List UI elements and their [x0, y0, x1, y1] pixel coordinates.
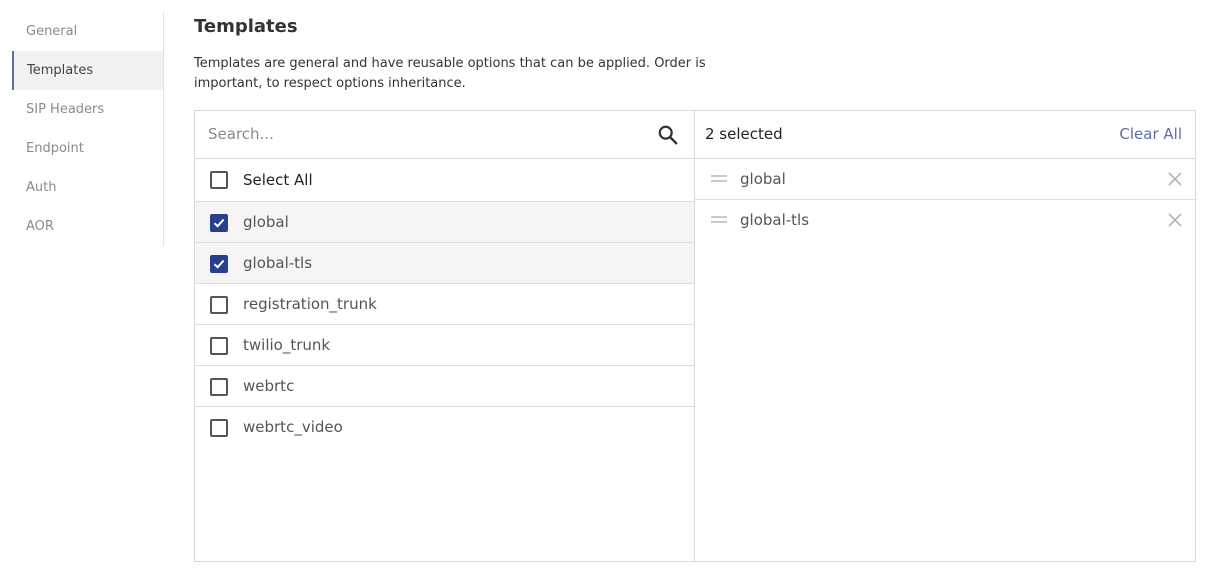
search-input[interactable] [195, 111, 645, 157]
option-checkbox[interactable] [210, 214, 228, 232]
sidebar-item-templates[interactable]: Templates [12, 51, 163, 90]
sidebar-item-auth[interactable]: Auth [12, 168, 163, 207]
drag-handle-icon[interactable] [711, 175, 729, 183]
option-label: global-tls [243, 254, 313, 272]
close-icon[interactable] [1167, 212, 1183, 228]
drag-handle-icon[interactable] [711, 216, 729, 224]
option-checkbox[interactable] [210, 255, 228, 273]
close-icon[interactable] [1167, 171, 1183, 187]
selected-column: 2 selected Clear All global global-tls [695, 111, 1195, 561]
option-label: webrtc_video [243, 418, 343, 436]
search-bar [195, 111, 694, 159]
selected-item-global-tls: global-tls [695, 200, 1195, 241]
select-all-checkbox[interactable] [210, 171, 228, 189]
selected-item-label: global [740, 170, 786, 188]
options-column: Select All global global-tls registratio… [195, 111, 695, 561]
option-checkbox[interactable] [210, 419, 228, 437]
option-label: registration_trunk [243, 295, 377, 313]
option-row-webrtc[interactable]: webrtc [195, 366, 694, 407]
option-row-twilio-trunk[interactable]: twilio_trunk [195, 325, 694, 366]
selected-count: 2 selected [705, 125, 783, 143]
sidebar-item-aor[interactable]: AOR [12, 207, 163, 246]
option-label: twilio_trunk [243, 336, 331, 354]
select-all-option[interactable]: Select All [195, 159, 694, 202]
page-title: Templates [194, 16, 298, 37]
option-row-global-tls[interactable]: global-tls [195, 243, 694, 284]
option-row-webrtc-video[interactable]: webrtc_video [195, 407, 694, 448]
option-checkbox[interactable] [210, 337, 228, 355]
sidebar-nav: General Templates SIP Headers Endpoint A… [12, 12, 164, 246]
sidebar-item-sip-headers[interactable]: SIP Headers [12, 90, 163, 129]
sidebar-item-general[interactable]: General [12, 12, 163, 51]
option-label: global [243, 213, 289, 231]
selected-item-global: global [695, 159, 1195, 200]
template-picker: Select All global global-tls registratio… [194, 110, 1196, 562]
option-row-registration-trunk[interactable]: registration_trunk [195, 284, 694, 325]
selected-header: 2 selected Clear All [695, 111, 1195, 159]
sidebar-item-endpoint[interactable]: Endpoint [12, 129, 163, 168]
option-row-global[interactable]: global [195, 202, 694, 243]
checkmark-icon [213, 218, 225, 228]
page-description: Templates are general and have reusable … [194, 56, 706, 91]
clear-all-button[interactable]: Clear All [1119, 111, 1182, 157]
select-all-label: Select All [243, 171, 313, 189]
option-checkbox[interactable] [210, 378, 228, 396]
option-checkbox[interactable] [210, 296, 228, 314]
checkmark-icon [213, 259, 225, 269]
search-icon[interactable] [657, 124, 679, 146]
option-label: webrtc [243, 377, 295, 395]
selected-item-label: global-tls [740, 211, 810, 229]
